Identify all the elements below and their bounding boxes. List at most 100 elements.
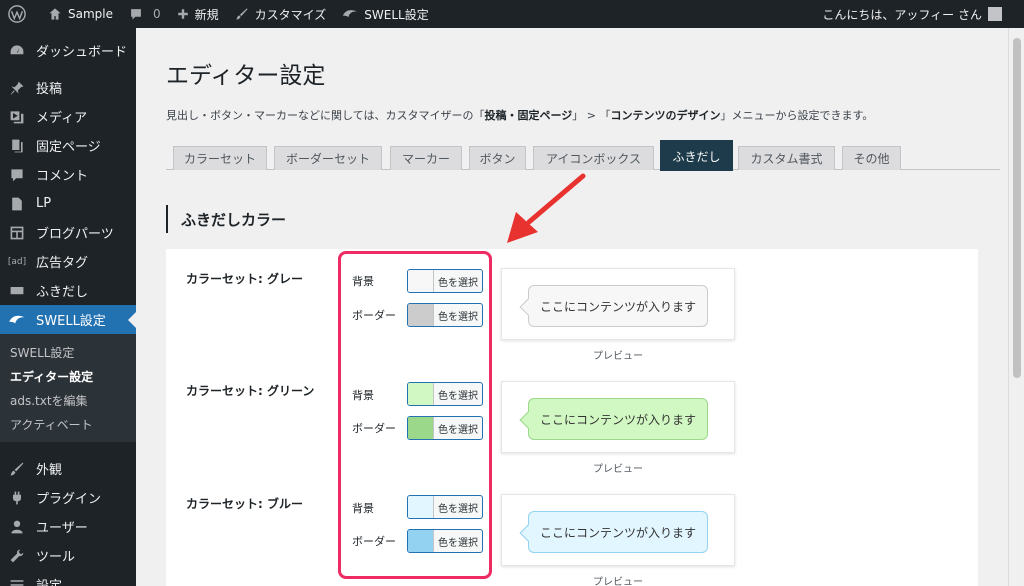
- swell-settings-link[interactable]: SWELL設定: [334, 0, 436, 28]
- color-set-name: カラーセット: ブルー: [186, 497, 303, 511]
- sidebar-item-media[interactable]: メディア: [0, 102, 136, 131]
- comments-count: 0: [153, 7, 161, 21]
- sidebar-item-blog-parts[interactable]: ブログパーツ: [0, 218, 136, 247]
- sidebar-item-swell-settings[interactable]: SWELL設定: [0, 305, 136, 334]
- sidebar-item-pages[interactable]: 固定ページ: [0, 131, 136, 160]
- color-set-name: カラーセット: グレー: [186, 272, 303, 286]
- bubble-preview: ここにコンテンツが入ります: [501, 381, 735, 453]
- swell-icon: [343, 10, 358, 18]
- tab-icon-box[interactable]: アイコンボックス: [533, 146, 654, 170]
- page-title: エディター設定: [166, 63, 326, 89]
- submenu-item-ads-txt[interactable]: ads.txtを編集: [0, 388, 136, 412]
- tab-custom-format[interactable]: カスタム書式: [738, 146, 835, 170]
- bubble-tail: [519, 524, 537, 542]
- preview-label: プレビュー: [593, 464, 643, 475]
- sidebar-item-tools[interactable]: ツール: [0, 541, 136, 570]
- bubble-color-panel: カラーセット: グレー 背景 色を選択 ボーダー 色を選択 ここにコンテンツが入…: [166, 249, 978, 586]
- pin-icon: [8, 79, 26, 97]
- admin-sidebar: ダッシュボード 投稿 メディア 固定ページ コメント LP ブログパーツ [ad…: [0, 28, 136, 586]
- media-icon: [8, 108, 26, 126]
- desc-bold-1: 投稿・固定ページ: [484, 109, 573, 122]
- preview-bubble: ここにコンテンツが入ります: [519, 511, 708, 553]
- submenu-item-editor-settings[interactable]: エディター設定: [0, 364, 136, 388]
- customize-link[interactable]: カスタマイズ: [227, 0, 335, 28]
- sidebar-item-label: LP: [36, 196, 52, 211]
- site-name-link[interactable]: Sample: [40, 0, 121, 28]
- comments-link[interactable]: 0: [121, 0, 169, 28]
- admin-bar: Sample 0 新規 カスタマイズ SWELL設定 こんにちは、アッフィー さ…: [0, 0, 1024, 28]
- preview-text: ここにコンテンツが入ります: [539, 525, 696, 540]
- sidebar-item-label: 設定: [36, 575, 62, 586]
- sidebar-item-label: ツール: [36, 550, 76, 565]
- plugin-icon: [8, 489, 26, 507]
- submenu-item-swell-settings[interactable]: SWELL設定: [0, 340, 136, 364]
- comment-icon: [8, 166, 26, 184]
- sidebar-item-appearance[interactable]: 外観: [0, 454, 136, 483]
- tab-button[interactable]: ボタン: [469, 146, 526, 170]
- sidebar-item-label: ブログパーツ: [36, 227, 114, 242]
- sidebar-item-posts[interactable]: 投稿: [0, 73, 136, 102]
- desc-mid: 」 > 「: [572, 109, 611, 122]
- plus-icon: [177, 9, 188, 19]
- sidebar-item-label: ユーザー: [36, 521, 88, 536]
- comment-icon: [131, 9, 141, 20]
- brush-icon: [8, 460, 26, 478]
- layout-icon: [8, 224, 26, 242]
- sidebar-item-dashboard[interactable]: ダッシュボード: [0, 36, 136, 65]
- new-content-link[interactable]: 新規: [169, 0, 227, 28]
- customize-label: カスタマイズ: [254, 7, 327, 22]
- page-description: 見出し・ボタン・マーカーなどに関しては、カスタマイザーの「投稿・固定ページ」 >…: [166, 107, 873, 123]
- section-heading: ふきだしカラー: [166, 205, 286, 233]
- swell-icon: [8, 311, 26, 329]
- sidebar-item-label: 広告タグ: [36, 256, 89, 271]
- page-scrollbar[interactable]: [1008, 28, 1024, 586]
- tab-bubble[interactable]: ふきだし: [660, 140, 733, 171]
- scrollbar-thumb[interactable]: [1013, 38, 1021, 378]
- sidebar-item-label: 外観: [36, 463, 63, 478]
- tab-marker[interactable]: マーカー: [390, 146, 462, 170]
- preview-label: プレビュー: [593, 577, 643, 586]
- settings-tabs: カラーセット ボーダーセット マーカー ボタン アイコンボックス ふきだし カス…: [166, 140, 1000, 171]
- sidebar-item-bubbles[interactable]: ふきだし: [0, 276, 136, 305]
- sidebar-item-label: 投稿: [36, 82, 63, 97]
- brush-icon: [236, 8, 248, 20]
- tab-other[interactable]: その他: [842, 146, 901, 170]
- tab-border-set[interactable]: ボーダーセット: [274, 146, 382, 170]
- desc-prefix: 見出し・ボタン・マーカーなどに関しては、カスタマイザーの「: [166, 109, 485, 122]
- sidebar-item-label: ダッシュボード: [36, 45, 128, 60]
- sidebar-item-label: 固定ページ: [36, 140, 101, 155]
- greeting: こんにちは、アッフィー さん: [822, 7, 982, 22]
- sidebar-item-comments[interactable]: コメント: [0, 160, 136, 189]
- sidebar-item-lp[interactable]: LP: [0, 189, 136, 218]
- color-set-name: カラーセット: グリーン: [186, 384, 315, 398]
- document-icon: [8, 195, 26, 213]
- bubble-preview: ここにコンテンツが入ります: [501, 494, 735, 566]
- new-label: 新規: [194, 7, 219, 22]
- preview-bubble: ここにコンテンツが入ります: [519, 285, 708, 327]
- preview-label: プレビュー: [593, 351, 643, 362]
- bubble-tail: [519, 298, 537, 316]
- highlight-box: [338, 251, 492, 579]
- preview-bubble: ここにコンテンツが入ります: [519, 398, 708, 440]
- preview-text: ここにコンテンツが入ります: [539, 299, 696, 314]
- sidebar-item-settings[interactable]: 設定: [0, 570, 136, 586]
- settings-icon: [8, 576, 26, 586]
- wordpress-logo-icon[interactable]: [0, 0, 40, 28]
- swell-submenu: SWELL設定 エディター設定 ads.txtを編集 アクティベート: [0, 334, 136, 442]
- sidebar-item-plugins[interactable]: プラグイン: [0, 483, 136, 512]
- bubble-icon: [8, 282, 26, 300]
- dashboard-icon: [8, 42, 26, 60]
- site-name: Sample: [68, 7, 113, 21]
- sidebar-item-ad-tags[interactable]: [ad] 広告タグ: [0, 247, 136, 276]
- bubble-preview: ここにコンテンツが入ります: [501, 268, 735, 340]
- page-icon: [8, 137, 26, 155]
- wrench-icon: [8, 547, 26, 565]
- bubble-tail: [519, 411, 537, 429]
- home-icon: [49, 8, 61, 20]
- sidebar-item-users[interactable]: ユーザー: [0, 512, 136, 541]
- desc-bold-2: コンテンツのデザイン: [610, 109, 721, 122]
- my-account-link[interactable]: こんにちは、アッフィー さん: [822, 6, 1024, 23]
- tab-color-set[interactable]: カラーセット: [173, 146, 267, 170]
- submenu-item-activate[interactable]: アクティベート: [0, 412, 136, 436]
- user-icon: [8, 518, 26, 536]
